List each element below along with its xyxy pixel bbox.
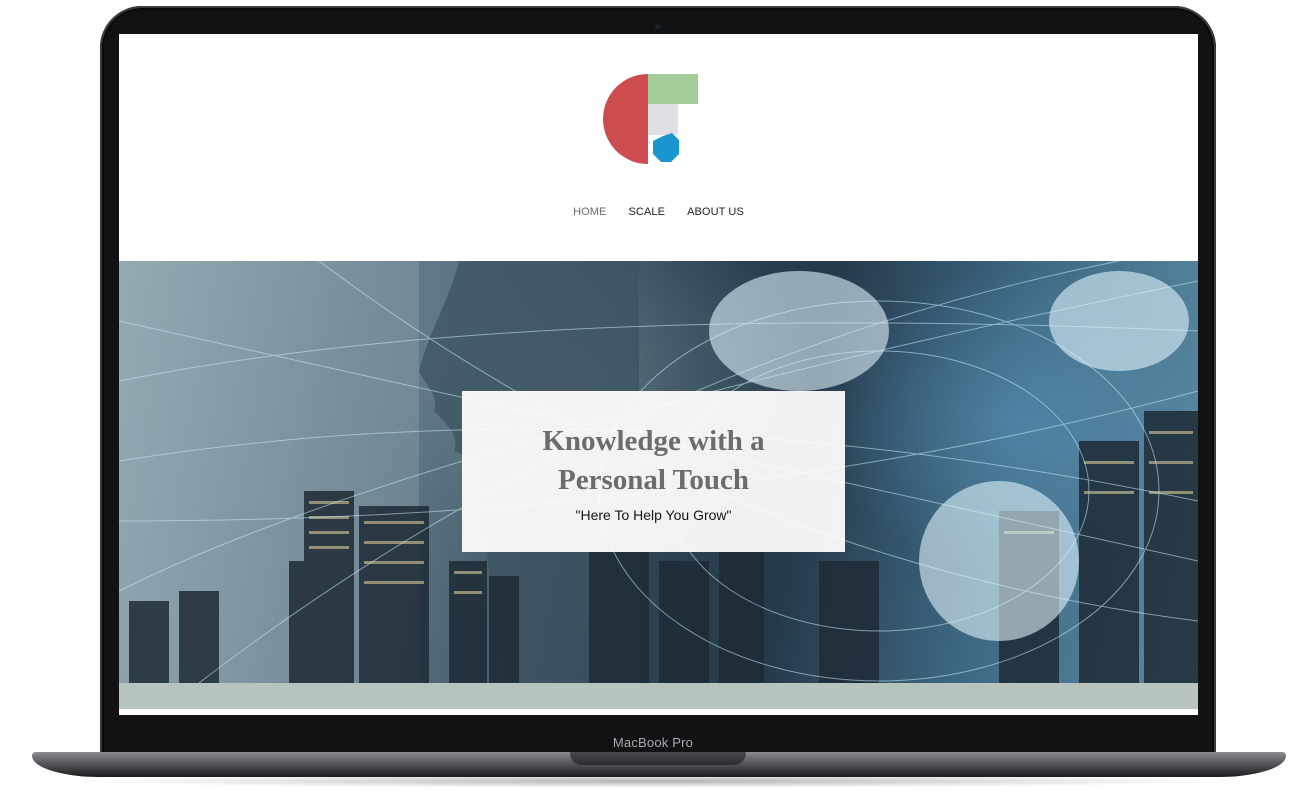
laptop-notch xyxy=(570,752,746,765)
hero-card: Knowledge with a Personal Touch "Here To… xyxy=(462,391,845,552)
webcam-icon xyxy=(655,24,660,29)
nav-scale[interactable]: SCALE xyxy=(628,206,665,218)
nav-home[interactable]: HOME xyxy=(573,206,606,218)
device-label: MacBook Pro xyxy=(612,735,694,750)
hero-title-line-1: Knowledge with a xyxy=(542,425,765,457)
hero-title-line-2: Personal Touch xyxy=(558,464,749,496)
geometric-logo-icon[interactable] xyxy=(601,74,701,170)
hero-subtitle: "Here To Help You Grow" xyxy=(575,507,732,523)
footer-strip xyxy=(119,683,1198,709)
hero-banner: Knowledge with a Personal Touch "Here To… xyxy=(119,261,1198,683)
hero-title: Knowledge with a Personal Touch xyxy=(462,422,845,500)
main-nav: HOME SCALE ABOUT US xyxy=(119,206,1198,218)
laptop-mockup: MacBook Pro HOME SCALE ABOUT US Knowledg… xyxy=(0,0,1306,795)
nav-about-us[interactable]: ABOUT US xyxy=(687,206,744,218)
browser-screen: HOME SCALE ABOUT US Knowledge with a Per… xyxy=(119,34,1198,715)
